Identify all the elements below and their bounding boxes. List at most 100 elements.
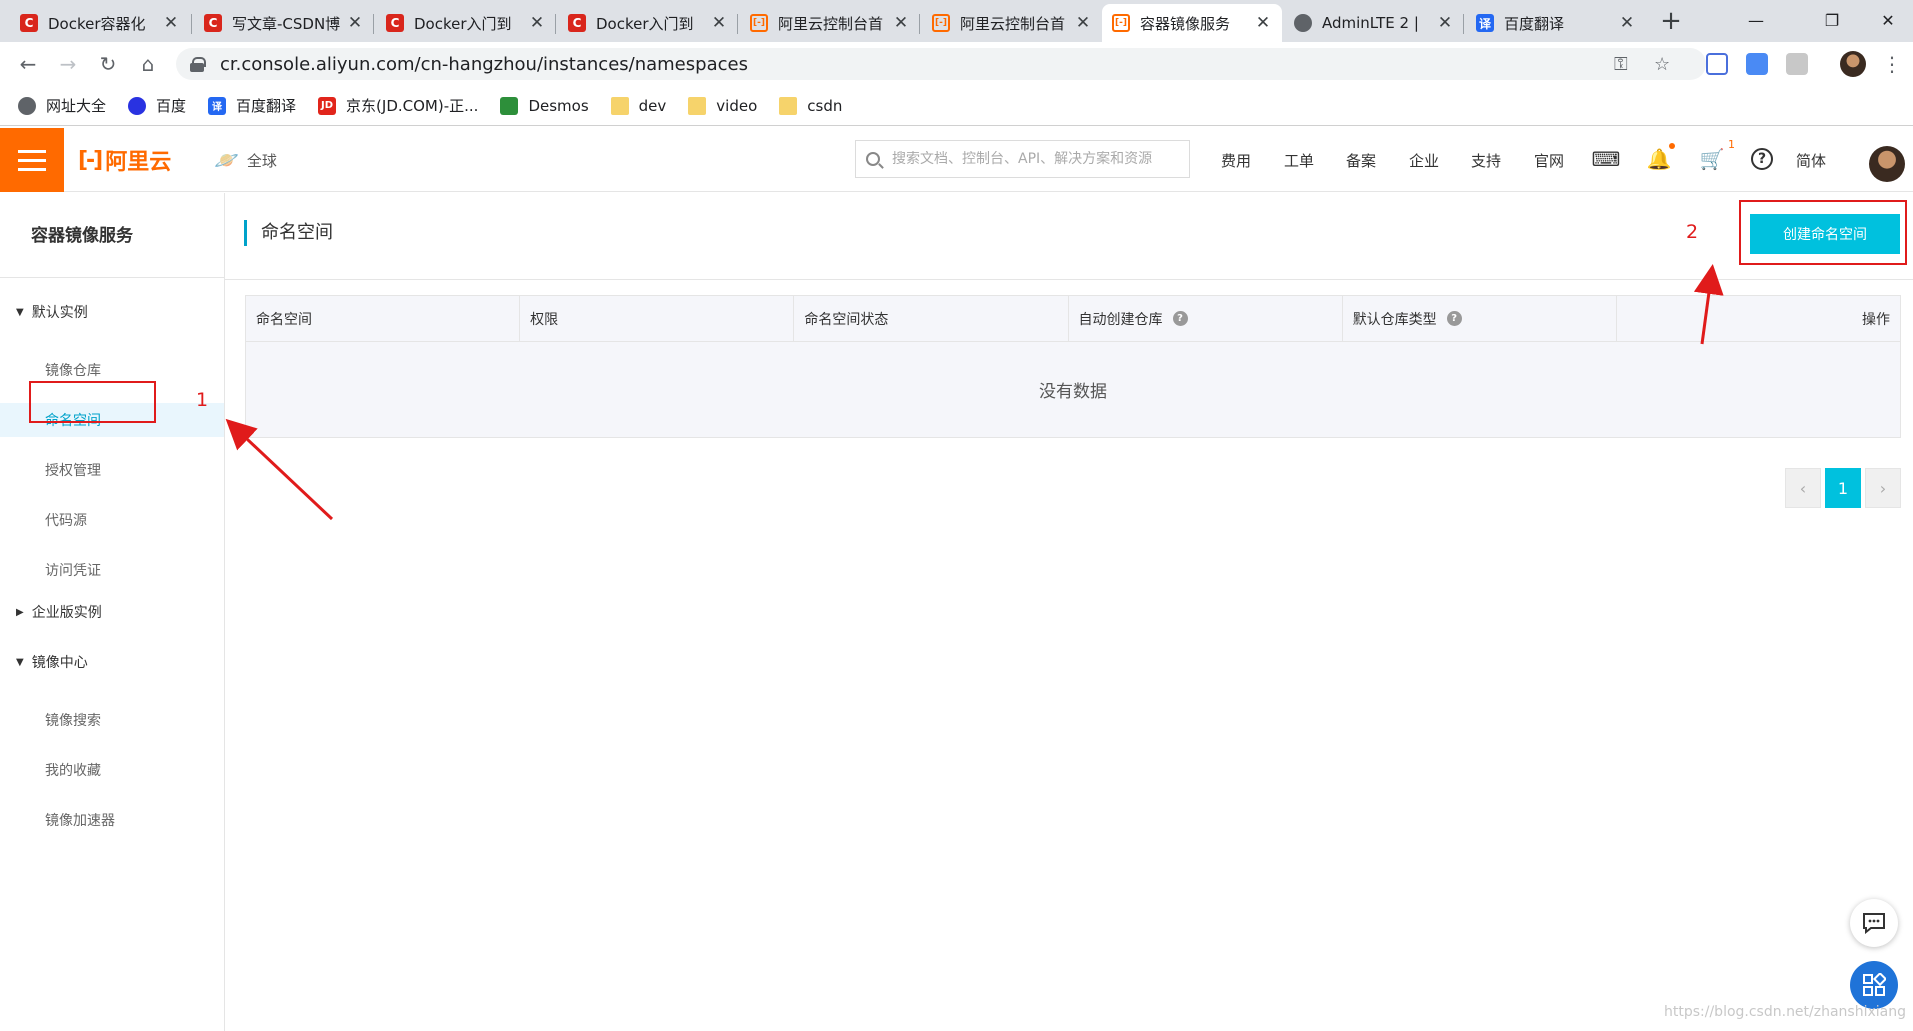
bookmark-item[interactable]: JD 京东(JD.COM)-正...: [318, 95, 478, 116]
close-tab-icon[interactable]: ✕: [892, 13, 910, 33]
csdn-icon: C: [20, 14, 38, 32]
nav-link-billing[interactable]: 费用: [1221, 150, 1251, 171]
prev-page-chevron-icon[interactable]: ‹: [1785, 468, 1821, 508]
sidebar-item-auth-management[interactable]: 授权管理: [0, 453, 224, 487]
url-text: cr.console.aliyun.com/cn-hangzhou/instan…: [220, 53, 748, 75]
browser-tab[interactable]: C Docker入门到 ✕: [376, 4, 556, 42]
sidebar-title: 容器镜像服务: [31, 226, 133, 246]
folder-icon: [688, 96, 707, 115]
nav-link-ticket[interactable]: 工单: [1284, 150, 1314, 171]
nav-link-website[interactable]: 官网: [1534, 150, 1564, 171]
globe-icon: [18, 96, 36, 115]
sidebar-item-access-credential[interactable]: 访问凭证: [0, 553, 224, 587]
close-tab-icon[interactable]: ✕: [1618, 13, 1636, 33]
column-header-actions: 操作: [1862, 311, 1891, 328]
browser-tab[interactable]: C Docker容器化 ✕: [10, 4, 190, 42]
sidebar-item-image-search[interactable]: 镜像搜索: [0, 703, 224, 737]
tab-title: Docker入门到: [596, 14, 694, 33]
page-number-current[interactable]: 1: [1825, 468, 1861, 508]
close-tab-icon[interactable]: ✕: [1254, 13, 1272, 33]
lock-icon[interactable]: [190, 57, 206, 72]
close-tab-icon[interactable]: ✕: [528, 13, 546, 33]
bookmark-folder[interactable]: dev: [610, 96, 666, 115]
browser-tab[interactable]: C Docker入门到 ✕: [558, 4, 738, 42]
browser-tab[interactable]: 译 百度翻译 ✕: [1466, 4, 1646, 42]
browser-tab-active[interactable]: [-] 容器镜像服务 ✕: [1102, 4, 1282, 42]
help-icon[interactable]: ?: [1172, 311, 1188, 326]
jd-icon: JD: [318, 96, 337, 115]
close-tab-icon[interactable]: ✕: [346, 13, 364, 33]
cart-icon[interactable]: 🛒: [1699, 146, 1725, 172]
nav-link-enterprise[interactable]: 企业: [1409, 150, 1439, 171]
nav-link-support[interactable]: 支持: [1471, 150, 1501, 171]
close-tab-icon[interactable]: ✕: [710, 13, 728, 33]
planet-icon: 🪐: [214, 148, 239, 172]
reload-icon[interactable]: ↻: [94, 50, 122, 78]
window-close-icon[interactable]: ✕: [1868, 6, 1908, 34]
apps-grid-icon[interactable]: [1850, 961, 1898, 1009]
chat-bubble-icon[interactable]: [1850, 899, 1898, 947]
sidebar-item-favorites[interactable]: 我的收藏: [0, 753, 224, 787]
restore-icon[interactable]: ❐: [1812, 6, 1852, 34]
search-input[interactable]: [892, 151, 1182, 167]
notification-dot: [1669, 143, 1675, 149]
browser-tab[interactable]: [-] 阿里云控制台首 ✕: [740, 4, 920, 42]
tab-title: Docker容器化: [48, 14, 146, 33]
user-avatar[interactable]: [1869, 146, 1905, 182]
kebab-menu-icon[interactable]: ⋮: [1878, 50, 1906, 78]
close-tab-icon[interactable]: ✕: [1436, 13, 1454, 33]
bookmark-folder[interactable]: video: [688, 96, 757, 115]
browser-tab[interactable]: C 写文章-CSDN博 ✕: [194, 4, 374, 42]
region-selector[interactable]: 🪐 全球: [214, 148, 277, 172]
browser-tab[interactable]: [-] 阿里云控制台首 ✕: [922, 4, 1102, 42]
minimize-icon[interactable]: —: [1736, 6, 1776, 34]
sidebar-group-default-instance[interactable]: ▼ 默认实例: [16, 302, 88, 322]
key-icon[interactable]: ⚿: [1614, 48, 1628, 80]
next-page-chevron-icon[interactable]: ›: [1865, 468, 1901, 508]
sidebar-item-code-source[interactable]: 代码源: [0, 503, 224, 537]
sidebar: 容器镜像服务 ▼ 默认实例 镜像仓库 命名空间 授权管理 代码源 访问凭证 ▶ …: [0, 193, 225, 1031]
google-translate-extension-icon[interactable]: [1746, 53, 1768, 75]
terminal-icon[interactable]: ⌨: [1592, 146, 1621, 172]
translate-icon: 译: [208, 96, 227, 115]
extension-icon[interactable]: [1786, 53, 1808, 75]
forward-arrow-icon[interactable]: →: [54, 50, 82, 78]
translate-icon: 译: [1476, 14, 1494, 32]
bookmark-item[interactable]: 译百度翻译: [208, 95, 296, 116]
nav-link-filing[interactable]: 备案: [1346, 150, 1376, 171]
url-omnibox[interactable]: cr.console.aliyun.com/cn-hangzhou/instan…: [176, 48, 1706, 80]
bookmark-item[interactable]: 百度: [128, 95, 186, 116]
bell-icon[interactable]: 🔔: [1646, 146, 1672, 172]
sidebar-item-image-accelerator[interactable]: 镜像加速器: [0, 803, 224, 837]
profile-avatar[interactable]: [1840, 51, 1866, 77]
back-arrow-icon[interactable]: ←: [14, 50, 42, 78]
language-switch[interactable]: 简体: [1796, 150, 1826, 171]
bookmark-item[interactable]: 网址大全: [18, 95, 106, 116]
page-title: 命名空间: [244, 220, 333, 246]
close-tab-icon[interactable]: ✕: [1074, 13, 1092, 33]
namespace-table: 命名空间 权限 命名空间状态 自动创建仓库? 默认仓库类型? 操作 没有数据: [245, 295, 1901, 438]
console-top-nav: [-] 阿里云 🪐 全球 费用 工单 备案 企业 支持 官网 ⌨ 🔔 🛒 1 ?…: [0, 128, 1913, 192]
close-tab-icon[interactable]: ✕: [162, 13, 180, 33]
hamburger-menu-icon[interactable]: [0, 128, 64, 192]
column-header-default-repo-type: 默认仓库类型?: [1343, 296, 1617, 341]
extension-icon[interactable]: [1706, 53, 1728, 75]
address-bar: ← → ↻ ⌂ cr.console.aliyun.com/cn-hangzho…: [0, 42, 1913, 86]
console-search[interactable]: [855, 140, 1190, 178]
csdn-icon: C: [568, 14, 586, 32]
help-question-icon[interactable]: ?: [1751, 148, 1773, 170]
desmos-icon: [500, 96, 519, 115]
tab-title: 阿里云控制台首: [778, 14, 884, 33]
new-tab-plus-icon[interactable]: +: [1654, 6, 1688, 36]
sidebar-group-image-center[interactable]: ▼ 镜像中心: [16, 652, 88, 672]
bookmark-star-icon[interactable]: ☆: [1654, 48, 1670, 80]
help-icon[interactable]: ?: [1446, 311, 1462, 326]
aliyun-logo-icon: [-]: [78, 147, 103, 173]
csdn-watermark: https://blog.csdn.net/zhanshixiang: [1664, 1004, 1906, 1020]
bookmark-folder[interactable]: csdn: [779, 96, 842, 115]
home-icon[interactable]: ⌂: [134, 50, 162, 78]
browser-tab[interactable]: AdminLTE 2 | ✕: [1284, 4, 1464, 42]
bookmark-item[interactable]: Desmos: [500, 96, 589, 115]
aliyun-logo[interactable]: [-] 阿里云: [78, 146, 171, 176]
sidebar-group-enterprise-instance[interactable]: ▶ 企业版实例: [16, 602, 102, 622]
